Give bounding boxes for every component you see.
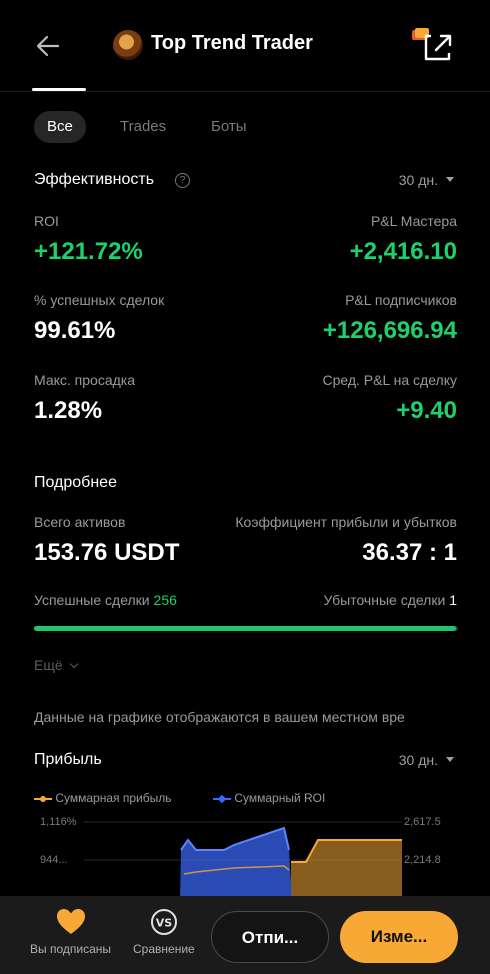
roi-area (180, 828, 292, 900)
subscribed-button[interactable]: Вы подписаны (30, 906, 111, 956)
max-drawdown-label: Макс. просадка (34, 372, 135, 388)
header-divider (0, 91, 490, 92)
win-loss-progress-bar (34, 626, 458, 631)
win-trades: Успешные сделки 256 (34, 592, 177, 608)
tab-trades[interactable]: Trades (120, 111, 166, 143)
legend-roi[interactable]: Суммарный ROI (213, 791, 325, 805)
master-pnl-label: P&L Мастера (370, 213, 457, 229)
heart-icon (56, 909, 85, 934)
roi-label: ROI (34, 213, 59, 229)
more-toggle[interactable]: Ещё (34, 657, 78, 673)
profit-area (291, 840, 402, 900)
win-rate-value: 99.61% (34, 317, 116, 344)
win-progress-fill (34, 626, 457, 631)
win-rate-label: % успешных сделок (34, 292, 165, 308)
roi-value: +121.72% (34, 238, 143, 265)
win-trades-value: 256 (153, 592, 177, 608)
avg-pnl-value: +9.40 (396, 397, 457, 424)
avg-pnl-label: Сред. P&L на сделку (322, 372, 457, 388)
y-right-tick: 2,617.5 (404, 816, 441, 828)
profit-title: Прибыль (34, 751, 102, 768)
profit-period-select[interactable]: 30 дн. (399, 752, 454, 768)
total-assets-label: Всего активов (34, 514, 126, 530)
profit-chart (84, 821, 402, 900)
timezone-note: Данные на графике отображаются в вашем м… (34, 709, 405, 725)
y-left-tick: 944... (40, 854, 68, 866)
legend-roi-label: Суммарный ROI (234, 791, 326, 805)
tab-all[interactable]: Все (34, 111, 86, 143)
master-pnl-value: +2,416.10 (349, 238, 457, 265)
compare-button[interactable]: VS Сравнение (133, 906, 195, 956)
vs-compare-icon: VS (150, 909, 177, 935)
performance-period-select[interactable]: 30 дн. (399, 172, 454, 188)
unsubscribe-button[interactable]: Отпи... (211, 911, 329, 963)
performance-period-label: 30 дн. (398, 172, 438, 188)
caret-down-icon (446, 756, 454, 762)
orange-line-icon (34, 795, 52, 802)
performance-title: Эффективность (34, 171, 155, 188)
edit-button[interactable]: Изме... (340, 911, 458, 963)
more-label: Ещё (34, 657, 63, 673)
chevron-down-icon (69, 659, 78, 669)
loss-trades-value: 1 (449, 592, 457, 608)
page-title: Top Trend Trader (151, 32, 313, 54)
subscribed-label: Вы подписаны (30, 942, 111, 956)
subscribers-pnl-value: +126,696.94 (322, 317, 457, 344)
svg-text:VS: VS (156, 917, 173, 930)
total-assets-value: 153.76 USDT (34, 539, 180, 566)
profit-factor-value: 36.37 : 1 (362, 539, 457, 566)
legend-profit-label: Суммарная прибыль (55, 791, 172, 805)
header: Top Trend Trader (0, 0, 490, 92)
details-title: Подробнее (34, 474, 117, 491)
share-external-icon[interactable] (412, 26, 456, 66)
arrow-left-icon[interactable] (32, 30, 64, 62)
max-drawdown-value: 1.28% (34, 397, 103, 424)
subscribers-pnl-label: P&L подписчиков (345, 292, 457, 308)
compare-label: Сравнение (133, 942, 195, 956)
y-right-tick: 2,214.8 (404, 854, 441, 866)
caret-down-icon (446, 176, 454, 182)
loss-trades: Убыточные сделки 1 (324, 592, 457, 608)
tab-bots[interactable]: Боты (211, 111, 247, 143)
loss-trades-label: Убыточные сделки (323, 592, 446, 608)
blue-line-icon (213, 794, 231, 804)
profit-period-label: 30 дн. (398, 752, 438, 768)
legend-profit[interactable]: Суммарная прибыль (34, 791, 171, 805)
win-trades-label: Успешные сделки (34, 592, 150, 608)
trader-avatar (113, 30, 143, 60)
bottom-action-bar: Вы подписаны VS Сравнение Отпи... Изме..… (0, 896, 490, 974)
y-left-tick: 1,116% (40, 816, 77, 828)
profit-factor-label: Коэффициент прибыли и убытков (235, 514, 457, 530)
info-icon[interactable]: ? (175, 173, 190, 188)
